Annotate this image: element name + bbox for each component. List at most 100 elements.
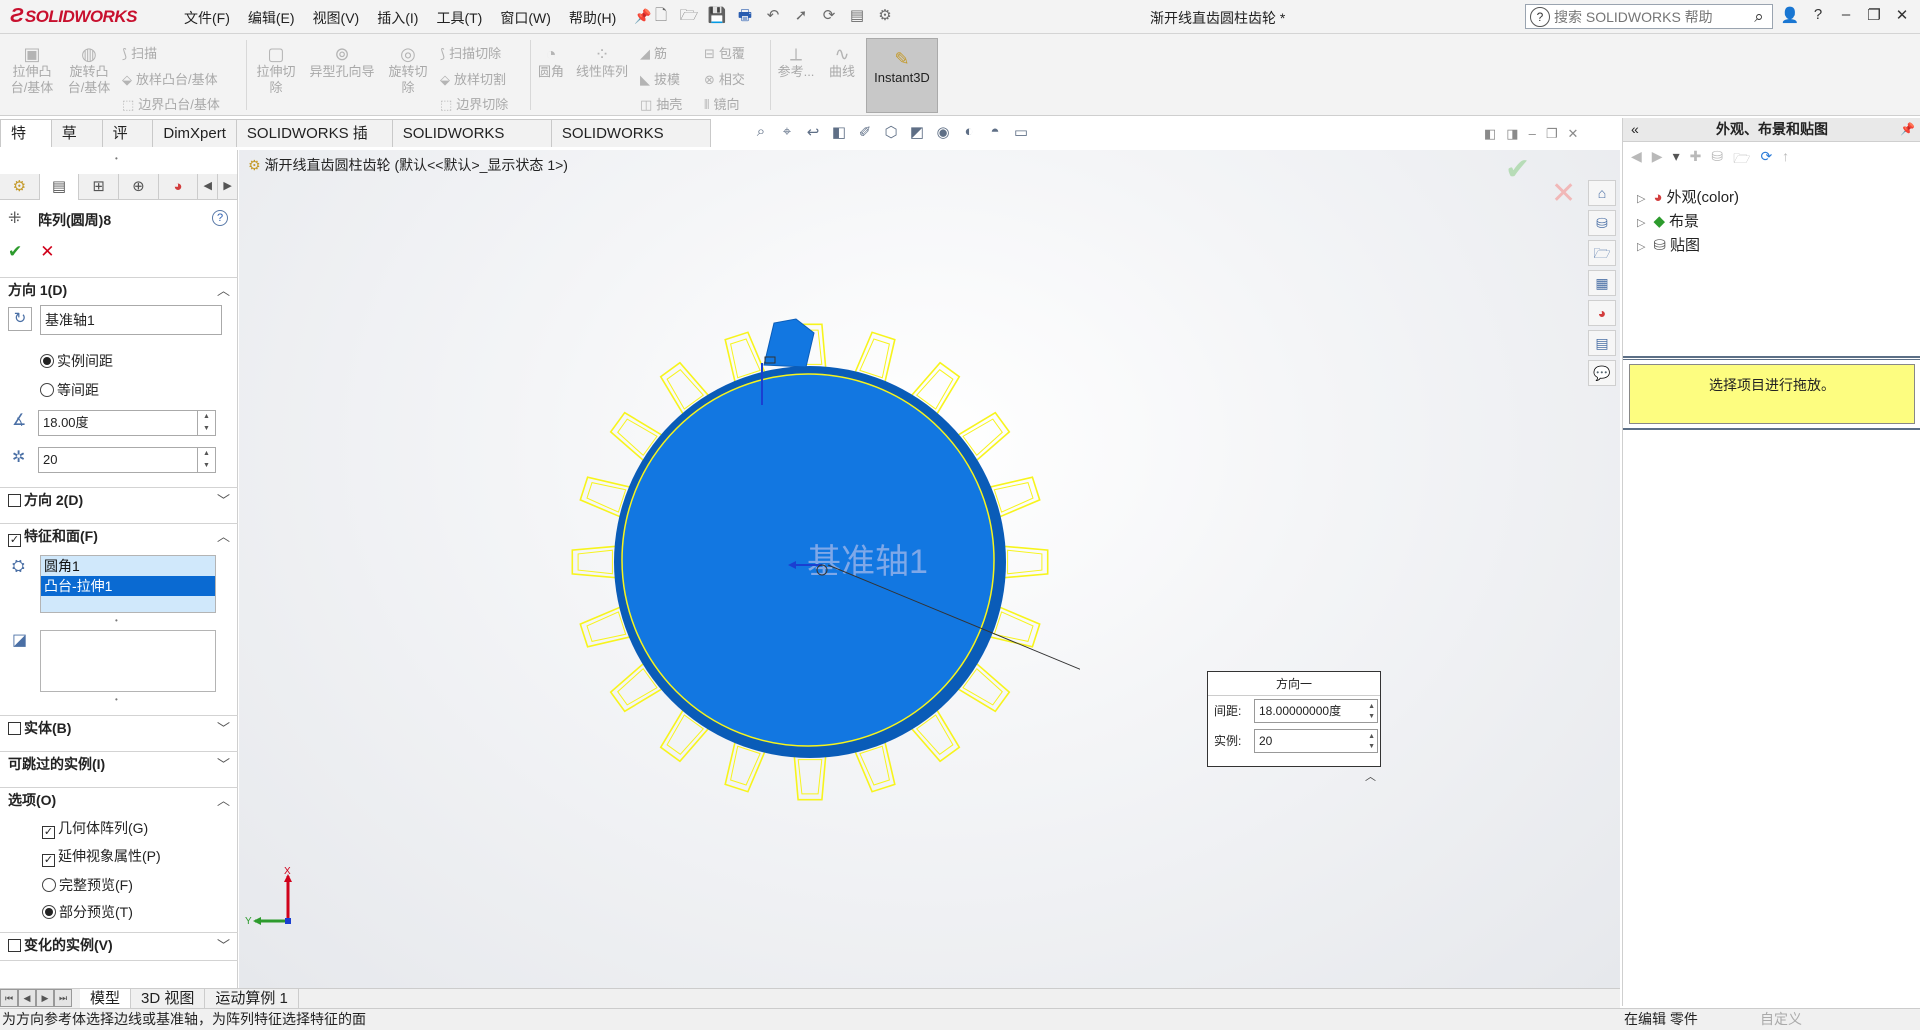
tab-model[interactable]: 模型 [80,989,132,1008]
bodies-checkbox[interactable] [8,722,21,735]
shell-button[interactable]: ◫ 抽壳 [640,94,682,113]
bodies-header[interactable]: 实体(B) ﹀ [0,715,238,741]
zoom-area-icon[interactable]: ⌖ [776,123,798,141]
new-document-icon[interactable]: 🗋 [650,6,672,26]
search-input[interactable] [1554,8,1746,25]
faces-to-pattern-list[interactable] [40,630,216,692]
expand-arrow-icon[interactable]: ▷ [1637,193,1645,205]
callout-collapse-icon[interactable]: ︿ [1365,768,1376,784]
print-icon[interactable]: 🖶 [734,6,756,26]
view-palette-icon[interactable]: ▦ [1588,270,1616,296]
file-properties-icon[interactable]: ▤ [846,6,868,26]
refresh-icon[interactable]: ⟳ [1760,148,1772,172]
section-view-icon[interactable]: ◧ [828,123,850,141]
viewport-minimize-icon[interactable]: – [1529,126,1536,142]
menu-insert[interactable]: 插入(I) [369,8,426,28]
boundary-cut-button[interactable]: ⬚ 边界切除 [440,94,508,113]
select-icon[interactable]: ➚ [790,6,812,26]
draft-button[interactable]: ◣ 拔模 [640,69,680,88]
axis-selection-field[interactable]: 基准轴1 [40,305,222,335]
boundary-boss-button[interactable]: ⬚ 边界凸台/基体 [122,94,220,113]
hide-show-icon[interactable]: ◉ [932,123,954,141]
direction2-checkbox[interactable] [8,494,21,507]
file-explorer-icon[interactable]: 🗁 [1588,240,1616,266]
pin-pane-icon[interactable]: 📌 [1900,118,1915,141]
view-orientation-icon[interactable]: ⬡ [880,123,902,141]
menu-file[interactable]: 文件(F) [176,8,238,28]
reverse-direction-icon[interactable]: ↻ [8,307,32,331]
tab-features[interactable]: 特征 [0,119,52,169]
next-tab-icon[interactable]: ▶ [36,989,54,1007]
first-tab-icon[interactable]: ⏮ [0,989,18,1007]
rebuild-icon[interactable]: ⟳ [818,6,840,26]
rib-button[interactable]: ◢ 筋 [640,43,667,62]
model-breadcrumb[interactable]: ⚙ 渐开线直齿圆柱齿轮 (默认<<默认>_显示状态 1>) [248,155,568,175]
prev-tab-icon[interactable]: ◀ [18,989,36,1007]
display-style-icon[interactable]: ◩ [906,123,928,141]
solidworks-resources-icon[interactable]: ⌂ [1588,180,1616,206]
callout-spinner[interactable]: ▲ ▼ [1368,702,1375,722]
display-manager-tab-icon[interactable]: ◕ [159,174,199,200]
instance-spacing-radio[interactable]: 实例间距 [40,351,113,371]
tab-sketch[interactable]: 草图 [50,119,103,169]
feature-tree-tab-icon[interactable]: ⚙ [0,174,40,200]
geometry-pattern-option[interactable]: ✓ 几何体阵列(G) [42,818,148,839]
extrude-cut-button[interactable]: ▢ 拉伸切 除 [254,44,298,96]
vary-instances-checkbox[interactable] [8,939,21,952]
menu-edit[interactable]: 编辑(E) [240,8,303,28]
tab-3d-views[interactable]: 3D 视图 [131,989,206,1008]
angle-spinner[interactable]: ▲ ▼ [197,411,215,435]
equal-spacing-radio[interactable]: 等间距 [40,380,99,400]
appearances-icon[interactable]: ◕ [1588,300,1616,326]
undo-icon[interactable]: ↶ [762,6,784,26]
options-header[interactable]: 选项(O) ︿ [0,787,238,813]
solidworks-logo[interactable]: Ƨ SOLIDWORKS [10,5,160,29]
ok-check-icon[interactable]: ✔ [8,242,22,262]
previous-view-icon[interactable]: ↩ [802,123,824,141]
pane-splitter[interactable] [1623,428,1920,432]
revolve-boss-button[interactable]: ◍ 旋转凸 台/基体 [66,44,112,96]
menu-window[interactable]: 窗口(W) [492,8,559,28]
dynamic-annotation-icon[interactable]: ✐ [854,123,876,141]
extrude-boss-button[interactable]: ▣ 拉伸凸 台/基体 [10,44,54,96]
gear-model[interactable]: 基准轴1 [560,305,1080,845]
direction2-header[interactable]: 方向 2(D) ﹀ [0,487,238,513]
tab-scroll-left-icon[interactable]: ◀ [198,174,219,200]
vary-instances-header[interactable]: 变化的实例(V) ﹀ [0,932,238,958]
options-gear-icon[interactable]: ⚙ [874,6,896,26]
edit-appearance-icon[interactable]: ◐ [958,123,980,141]
viewport-close-icon[interactable]: ✕ [1567,126,1578,142]
curves-button[interactable]: ∿ 曲线 [824,44,860,80]
help-icon[interactable]: ? [1808,6,1828,24]
custom-properties-icon[interactable]: ▤ [1588,330,1616,356]
tree-item-decals[interactable]: ▷ ⛁ 贴图 [1637,234,1700,255]
viewport-restore-icon[interactable]: ❐ [1546,126,1558,142]
save-icon[interactable]: 💾 [706,6,728,26]
tree-item-appearances[interactable]: ▷ ◕ 外观(color) [1637,186,1739,207]
minimize-icon[interactable]: – [1836,6,1856,24]
forum-icon[interactable]: 💬 [1588,360,1616,386]
wrap-button[interactable]: ⊟ 包覆 [704,43,745,62]
propagate-visual-checkbox[interactable]: ✓ [42,854,55,867]
apply-scene-icon[interactable]: ◓ [984,123,1006,141]
instance-count-input[interactable]: 20 ▲ ▼ [38,447,216,473]
help-search-box[interactable]: ? ⌕ [1525,4,1773,29]
expand-arrow-icon[interactable]: ▷ [1637,241,1645,253]
list-item[interactable]: 凸台-拉伸1 [41,576,215,596]
back-icon[interactable]: ◀ [1631,148,1642,172]
full-preview-radio[interactable]: 完整预览(F) [42,875,133,895]
tree-item-scenes[interactable]: ▷ ◆ 布景 [1637,210,1699,231]
features-to-pattern-list[interactable]: 圆角1 凸台-拉伸1 [40,555,216,613]
intersect-button[interactable]: ⊗ 相交 [704,69,745,88]
geometry-pattern-checkbox[interactable]: ✓ [42,826,55,839]
folder-icon[interactable]: 🗁 [1733,148,1750,172]
confirmation-ok-icon[interactable]: ✔ [1505,152,1530,187]
tab-mbd[interactable]: SOLIDWORKS MBD [391,119,552,169]
search-icon[interactable]: ⌕ [1746,7,1772,27]
direction1-header[interactable]: 方向 1(D) ︿ [0,277,238,303]
design-library-icon[interactable]: ⛁ [1588,210,1616,236]
up-icon[interactable]: ↑ [1782,148,1789,172]
list-item[interactable]: 圆角1 [41,556,215,576]
dropdown-icon[interactable]: ▾ [1673,148,1680,172]
angle-input[interactable]: 18.00度 ▲ ▼ [38,410,216,436]
